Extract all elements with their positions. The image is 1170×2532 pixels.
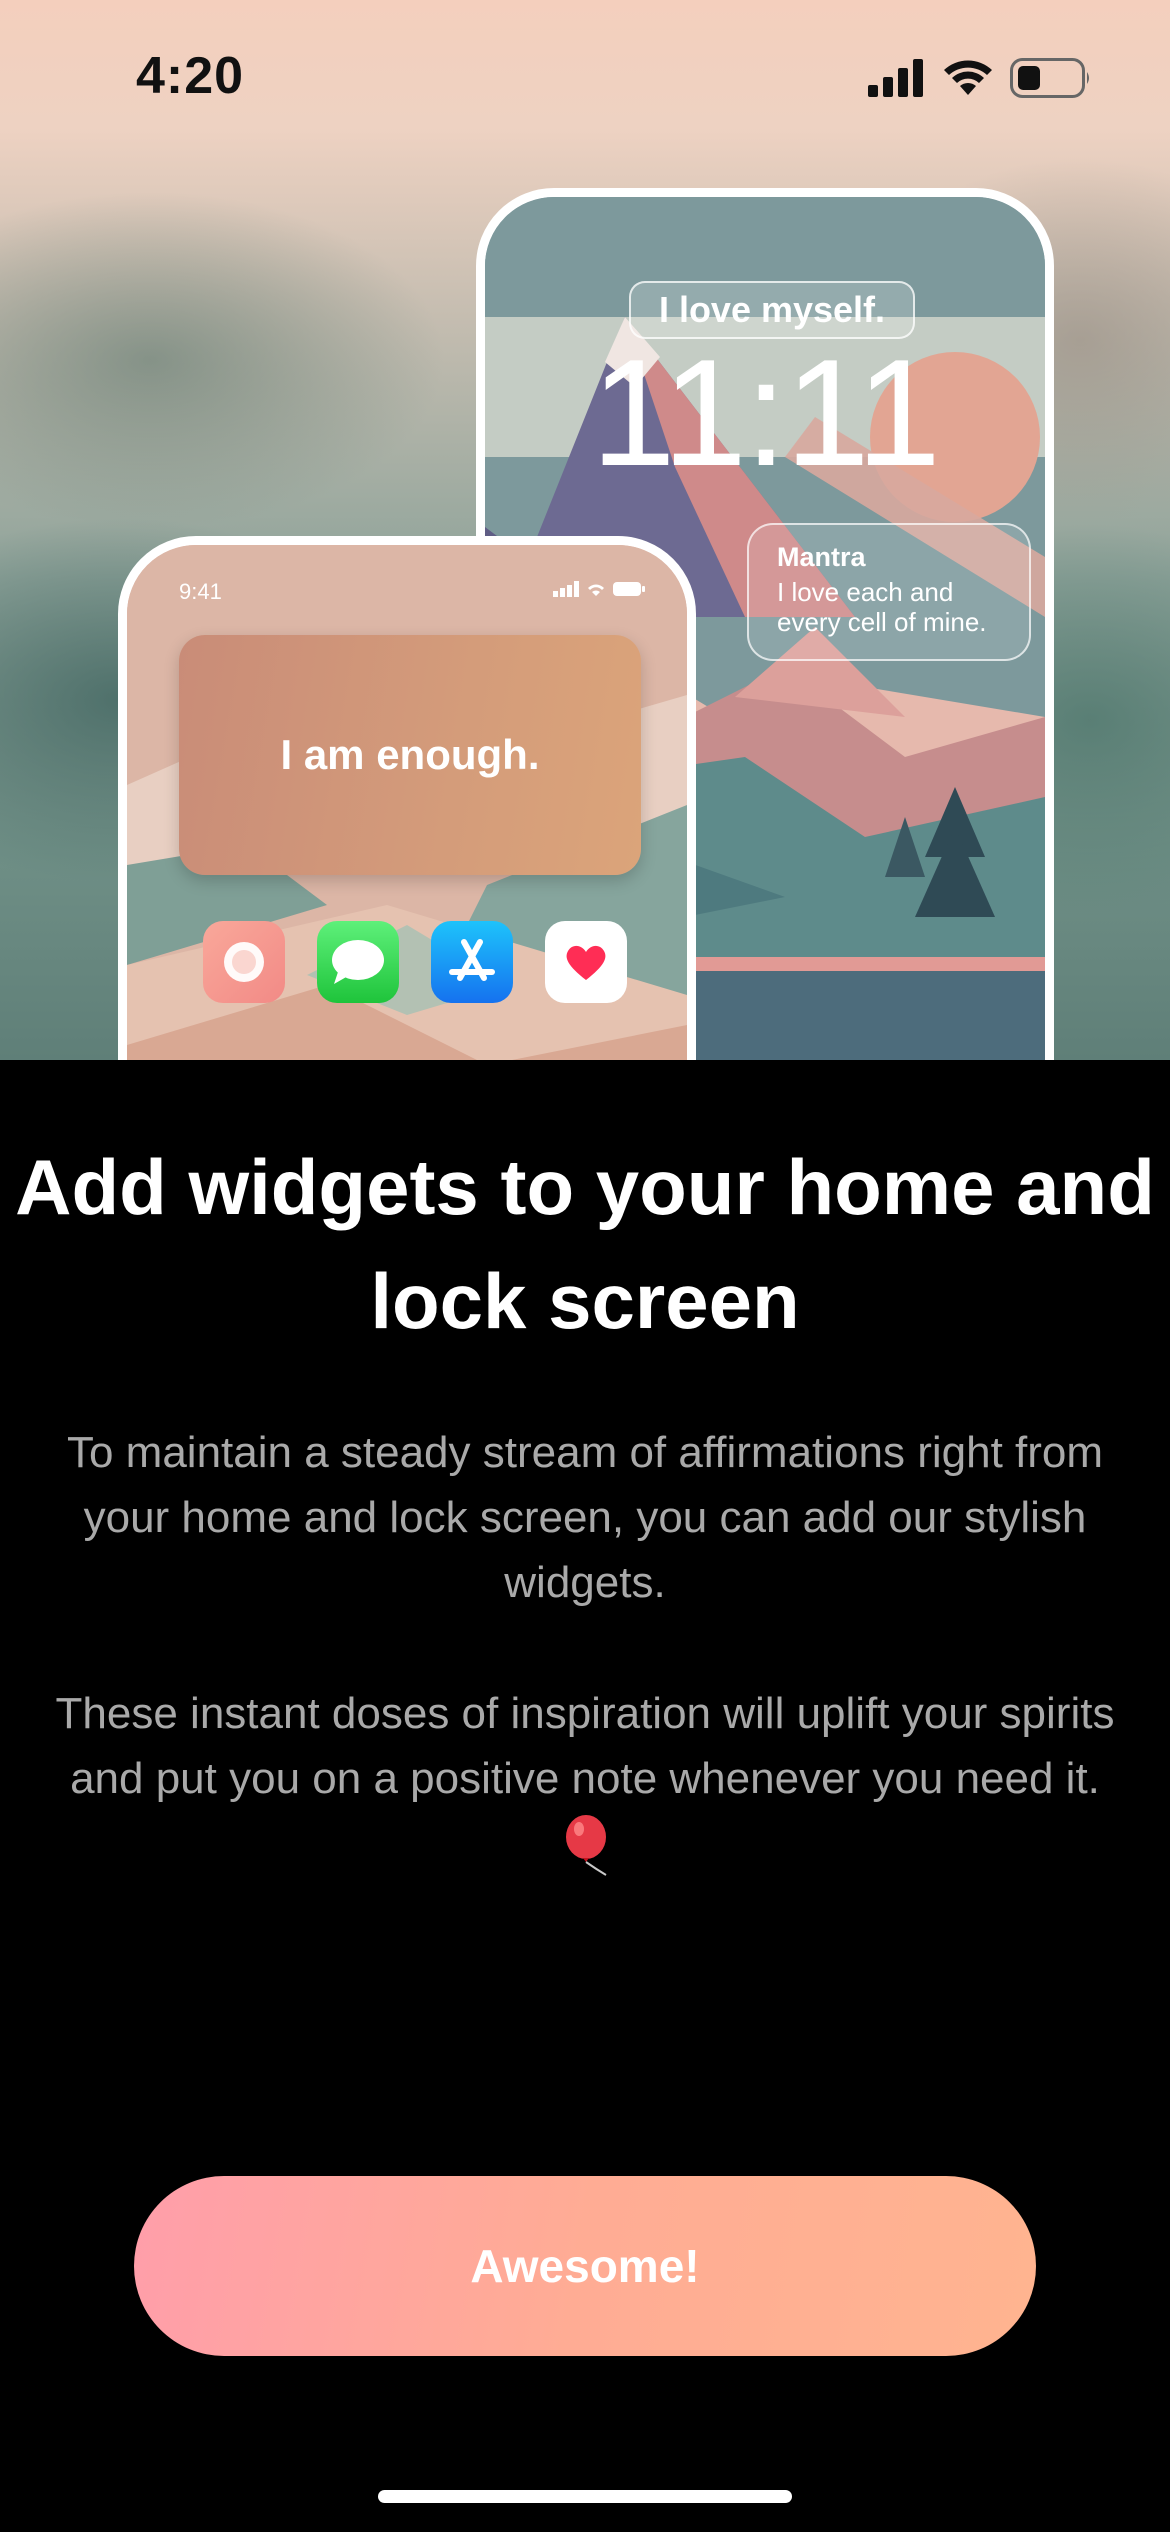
- mantra-text: I love each and every cell of mine.: [777, 576, 987, 638]
- app-icon: [203, 921, 285, 1003]
- mantra-widget: Mantra I love each and every cell of min…: [747, 523, 1031, 661]
- signal-icon: [868, 59, 923, 97]
- mantra-title: Mantra: [777, 542, 866, 572]
- wifi-icon: [588, 584, 604, 596]
- home-status-icons: [553, 581, 645, 597]
- app-store-icon: [431, 921, 513, 1003]
- battery-icon: [1010, 58, 1089, 98]
- signal-icon: [553, 581, 579, 597]
- home-indicator[interactable]: [378, 2490, 792, 2503]
- home-status-time: 9:41: [179, 579, 222, 604]
- balloon-icon: [566, 1815, 607, 1877]
- home-affirmation-widget: I am enough.: [179, 635, 641, 875]
- status-icons: [868, 56, 1092, 100]
- wifi-icon: [944, 60, 992, 95]
- messages-icon: [317, 921, 399, 1003]
- hero-illustration: 4:20 I love myself. 11:11 Mantra I love …: [0, 0, 1170, 1060]
- lock-clock: 11:11: [591, 328, 941, 498]
- health-icon: [545, 921, 627, 1003]
- description-paragraph-1: To maintain a steady stream of affirmati…: [66, 1428, 1104, 1607]
- awesome-button[interactable]: Awesome!: [134, 2176, 1036, 2356]
- battery-icon: [613, 582, 645, 596]
- status-bar: 4:20: [0, 0, 1170, 150]
- page-title: Add widgets to your home and lock screen: [15, 1143, 1155, 1345]
- description-paragraph-2-text: These instant doses of inspiration will …: [55, 1689, 1115, 1803]
- home-screen-preview: 9:41 I am enough.: [118, 536, 696, 1060]
- status-time: 4:20: [136, 47, 245, 105]
- description-paragraph-2: These instant doses of inspiration will …: [50, 1681, 1120, 1877]
